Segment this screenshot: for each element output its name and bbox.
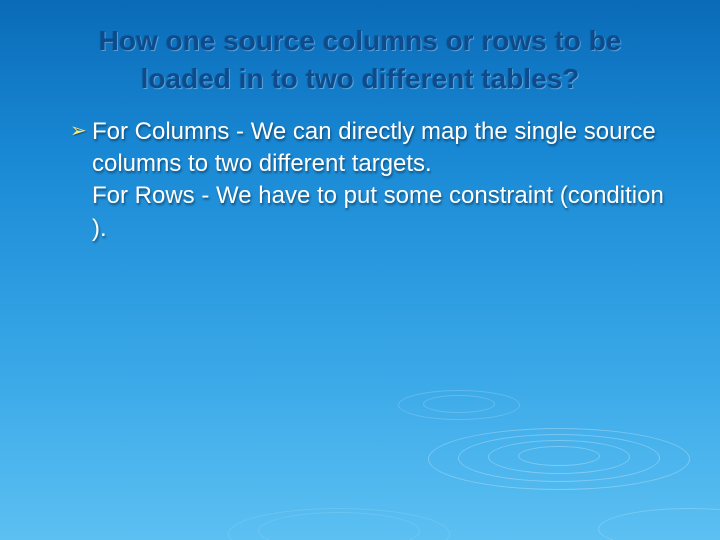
bullet-marker-icon: ➢ bbox=[70, 116, 92, 146]
decorative-ripples bbox=[320, 280, 720, 540]
bullet-item: ➢ For Columns - We can directly map the … bbox=[70, 116, 665, 246]
slide-title: How one source columns or rows to be loa… bbox=[0, 0, 720, 98]
slide: How one source columns or rows to be loa… bbox=[0, 0, 720, 540]
bullet-text: For Columns - We can directly map the si… bbox=[92, 116, 665, 246]
slide-body: ➢ For Columns - We can directly map the … bbox=[0, 98, 720, 246]
